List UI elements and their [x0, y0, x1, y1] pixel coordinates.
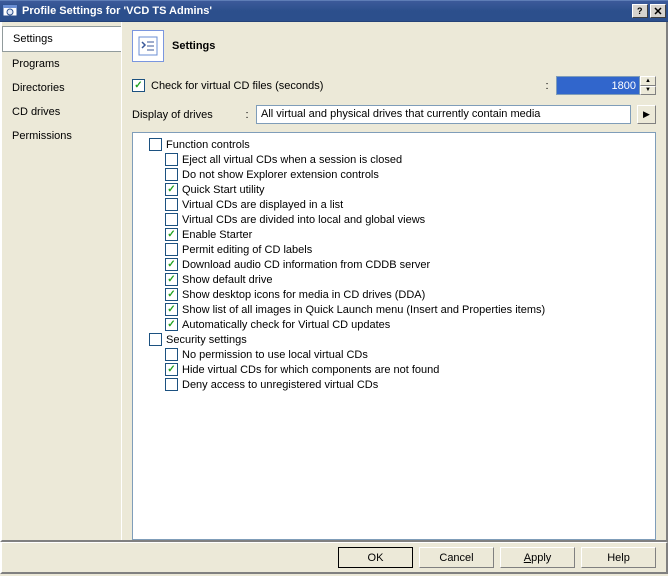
tree-item-checkbox[interactable] — [165, 243, 178, 256]
tree-item-checkbox[interactable] — [165, 168, 178, 181]
check-files-label: Check for virtual CD files (seconds) — [151, 80, 538, 92]
function-controls-label: Function controls — [166, 139, 250, 151]
security-settings-checkbox[interactable] — [149, 333, 162, 346]
tree-item-checkbox[interactable] — [165, 183, 178, 196]
tree-item[interactable]: Quick Start utility — [137, 182, 649, 197]
window-title: Profile Settings for 'VCD TS Admins' — [22, 5, 630, 17]
tree-group-security-settings[interactable]: Security settings — [137, 332, 649, 347]
tree-item-label: Download audio CD information from CDDB … — [182, 259, 430, 271]
check-files-input[interactable] — [556, 76, 640, 95]
check-files-spinner: ▲ ▼ — [556, 76, 656, 95]
app-icon — [2, 3, 18, 19]
colon: : — [244, 109, 250, 121]
titlebar: Profile Settings for 'VCD TS Admins' ? — [0, 0, 668, 22]
tree-item-label: Deny access to unregistered virtual CDs — [182, 379, 378, 391]
help-window-button[interactable]: ? — [632, 4, 648, 18]
tree-item-label: Hide virtual CDs for which components ar… — [182, 364, 439, 376]
spinner-down-button[interactable]: ▼ — [640, 86, 656, 96]
sidebar-item-cd-drives[interactable]: CD drives — [2, 100, 121, 124]
tree-item-label: Virtual CDs are displayed in a list — [182, 199, 343, 211]
tree-item-label: Do not show Explorer extension controls — [182, 169, 379, 181]
colon: : — [544, 80, 550, 92]
display-drives-value: All virtual and physical drives that cur… — [256, 105, 631, 124]
tree-item[interactable]: No permission to use local virtual CDs — [137, 347, 649, 362]
display-drives-picker-button[interactable]: ▶ — [637, 105, 656, 124]
tree-item-checkbox[interactable] — [165, 228, 178, 241]
tree-item-label: Automatically check for Virtual CD updat… — [182, 319, 390, 331]
tree-item-checkbox[interactable] — [165, 378, 178, 391]
tree-item[interactable]: Download audio CD information from CDDB … — [137, 257, 649, 272]
tree-item-checkbox[interactable] — [165, 318, 178, 331]
tree-item-label: No permission to use local virtual CDs — [182, 349, 368, 361]
page-title: Settings — [172, 40, 215, 52]
sidebar: Settings Programs Directories CD drives … — [2, 22, 122, 540]
tree-item-label: Virtual CDs are divided into local and g… — [182, 214, 425, 226]
close-window-button[interactable] — [650, 4, 666, 18]
tree-item[interactable]: Virtual CDs are displayed in a list — [137, 197, 649, 212]
tree-item-checkbox[interactable] — [165, 273, 178, 286]
security-settings-label: Security settings — [166, 334, 247, 346]
tree-item-label: Eject all virtual CDs when a session is … — [182, 154, 402, 166]
tree-item[interactable]: Eject all virtual CDs when a session is … — [137, 152, 649, 167]
function-controls-checkbox[interactable] — [149, 138, 162, 151]
check-files-row: Check for virtual CD files (seconds) : ▲… — [132, 76, 656, 95]
tree-item-checkbox[interactable] — [165, 303, 178, 316]
tree-item-checkbox[interactable] — [165, 348, 178, 361]
tree-item-label: Permit editing of CD labels — [182, 244, 312, 256]
display-drives-row: Display of drives : All virtual and phys… — [132, 105, 656, 124]
sidebar-item-programs[interactable]: Programs — [2, 52, 121, 76]
sidebar-item-settings[interactable]: Settings — [2, 26, 121, 52]
tree-item-checkbox[interactable] — [165, 198, 178, 211]
tree-item[interactable]: Permit editing of CD labels — [137, 242, 649, 257]
sidebar-item-permissions[interactable]: Permissions — [2, 124, 121, 148]
display-drives-label: Display of drives — [132, 109, 238, 121]
tree-item-checkbox[interactable] — [165, 363, 178, 376]
tree-item-checkbox[interactable] — [165, 213, 178, 226]
help-button[interactable]: Help — [581, 547, 656, 568]
apply-button[interactable]: Apply — [500, 547, 575, 568]
tree-item[interactable]: Do not show Explorer extension controls — [137, 167, 649, 182]
tree-item-label: Quick Start utility — [182, 184, 265, 196]
options-tree[interactable]: Function controls Eject all virtual CDs … — [132, 132, 656, 540]
tree-item[interactable]: Show desktop icons for media in CD drive… — [137, 287, 649, 302]
tree-item[interactable]: Show list of all images in Quick Launch … — [137, 302, 649, 317]
ok-button[interactable]: OK — [338, 547, 413, 568]
settings-icon — [132, 30, 164, 62]
check-files-checkbox[interactable] — [132, 79, 145, 92]
cancel-button[interactable]: Cancel — [419, 547, 494, 568]
tree-item-label: Show desktop icons for media in CD drive… — [182, 289, 425, 301]
tree-item[interactable]: Virtual CDs are divided into local and g… — [137, 212, 649, 227]
tree-item[interactable]: Deny access to unregistered virtual CDs — [137, 377, 649, 392]
tree-item[interactable]: Enable Starter — [137, 227, 649, 242]
spinner-up-button[interactable]: ▲ — [640, 76, 656, 86]
client-area: Settings Programs Directories CD drives … — [0, 22, 668, 542]
tree-item[interactable]: Show default drive — [137, 272, 649, 287]
page-header: Settings — [132, 30, 656, 62]
svg-text:?: ? — [637, 6, 643, 16]
tree-item-label: Show list of all images in Quick Launch … — [182, 304, 545, 316]
tree-item-label: Enable Starter — [182, 229, 252, 241]
tree-item[interactable]: Hide virtual CDs for which components ar… — [137, 362, 649, 377]
tree-group-function-controls[interactable]: Function controls — [137, 137, 649, 152]
tree-item-label: Show default drive — [182, 274, 273, 286]
tree-item-checkbox[interactable] — [165, 153, 178, 166]
tree-item-checkbox[interactable] — [165, 288, 178, 301]
sidebar-item-directories[interactable]: Directories — [2, 76, 121, 100]
tree-item-checkbox[interactable] — [165, 258, 178, 271]
main-panel: Settings Check for virtual CD files (sec… — [122, 22, 666, 540]
button-bar: OK Cancel Apply Help — [0, 542, 668, 574]
tree-item[interactable]: Automatically check for Virtual CD updat… — [137, 317, 649, 332]
